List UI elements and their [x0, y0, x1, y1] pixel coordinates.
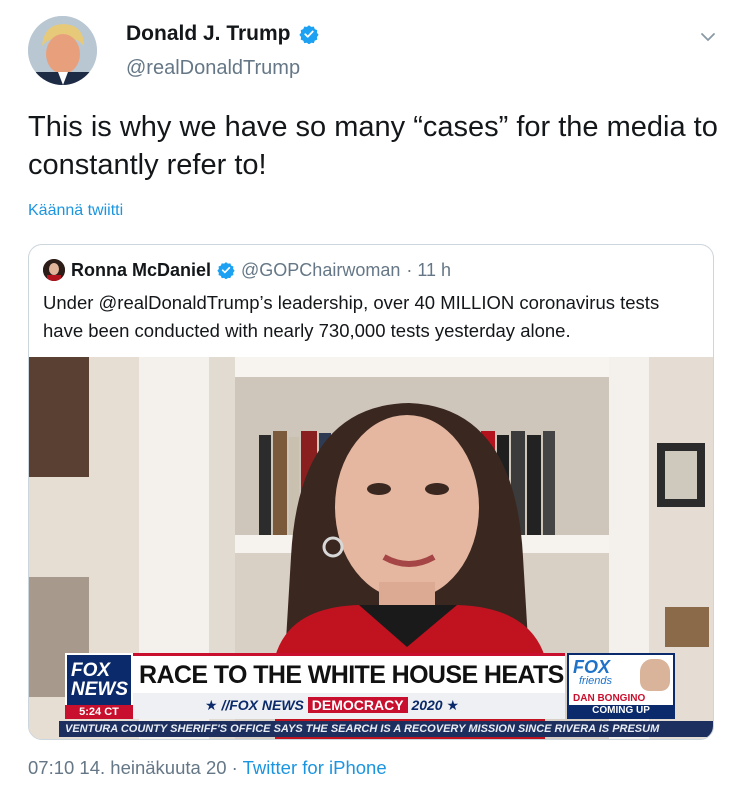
logo-line1: FOX [71, 660, 111, 681]
fox-news-logo: FOX NEWS [65, 653, 133, 707]
tweet-timestamp[interactable]: 07:10 14. heinäkuuta 20 [28, 757, 227, 778]
chevron-down-icon[interactable] [699, 28, 717, 46]
logo-line2: NEWS [71, 679, 128, 700]
tweet-text: This is why we have so many “cases” for … [28, 111, 718, 181]
news-ticker: VENTURA COUNTY SHERIFF'S OFFICE SAYS THE… [59, 721, 713, 737]
quoted-author-avatar [43, 259, 65, 281]
host-name: DAN BONGINO [573, 693, 646, 704]
subline-banner: ★ //FOX NEWS DEMOCRACY 2020 ★ [133, 693, 565, 719]
profile-photo-icon [28, 16, 97, 85]
tweet-meta: 07:10 14. heinäkuuta 20 · Twitter for iP… [28, 757, 387, 779]
author-avatar[interactable] [28, 16, 97, 85]
embedded-video[interactable]: FOX NEWS 5:24 CT RACE TO THE WHITE HOUSE… [29, 357, 713, 739]
coming-up-label: COMING UP [569, 705, 673, 717]
verified-badge-icon [298, 25, 319, 44]
quoted-tweet-header: Ronna McDaniel @GOPChairwoman · 11 h [43, 259, 451, 281]
broadcast-clock: 5:24 CT [65, 705, 133, 719]
subline-prefix: ★ //FOX NEWS [205, 697, 304, 713]
quoted-author-name: Ronna McDaniel [71, 259, 212, 280]
subline-suffix: 2020 ★ [411, 697, 460, 713]
author-name[interactable]: Donald J. Trump [126, 22, 291, 46]
author-name-row: Donald J. Trump [126, 22, 319, 46]
headline-banner: RACE TO THE WHITE HOUSE HEATS UP [133, 653, 604, 693]
show-promo: FOX friends DAN BONGINO COMING UP [567, 653, 675, 719]
quoted-tweet-time: · 11 h [406, 259, 452, 280]
subline-text: ★ //FOX NEWS DEMOCRACY 2020 ★ [205, 697, 459, 714]
verified-badge-icon [217, 262, 235, 279]
show-subname: friends [579, 675, 613, 687]
translate-tweet-link[interactable]: Käännä twiitti [28, 202, 123, 220]
tweet-source-link[interactable]: Twitter for iPhone [243, 757, 387, 778]
meta-separator: · [226, 757, 243, 778]
headline-text: RACE TO THE WHITE HOUSE HEATS UP [139, 661, 604, 689]
quoted-tweet[interactable]: Ronna McDaniel @GOPChairwoman · 11 h Und… [28, 244, 714, 740]
profile-photo-icon [43, 259, 65, 281]
quoted-tweet-text: Under @realDonaldTrump’s leadership, ove… [43, 292, 660, 341]
host-photo [640, 659, 670, 691]
quoted-author-handle: @GOPChairwoman [241, 259, 401, 280]
democracy-badge: DEMOCRACY [307, 697, 408, 713]
author-handle[interactable]: @realDonaldTrump [126, 57, 300, 80]
news-lower-third: FOX NEWS 5:24 CT RACE TO THE WHITE HOUSE… [29, 639, 713, 739]
